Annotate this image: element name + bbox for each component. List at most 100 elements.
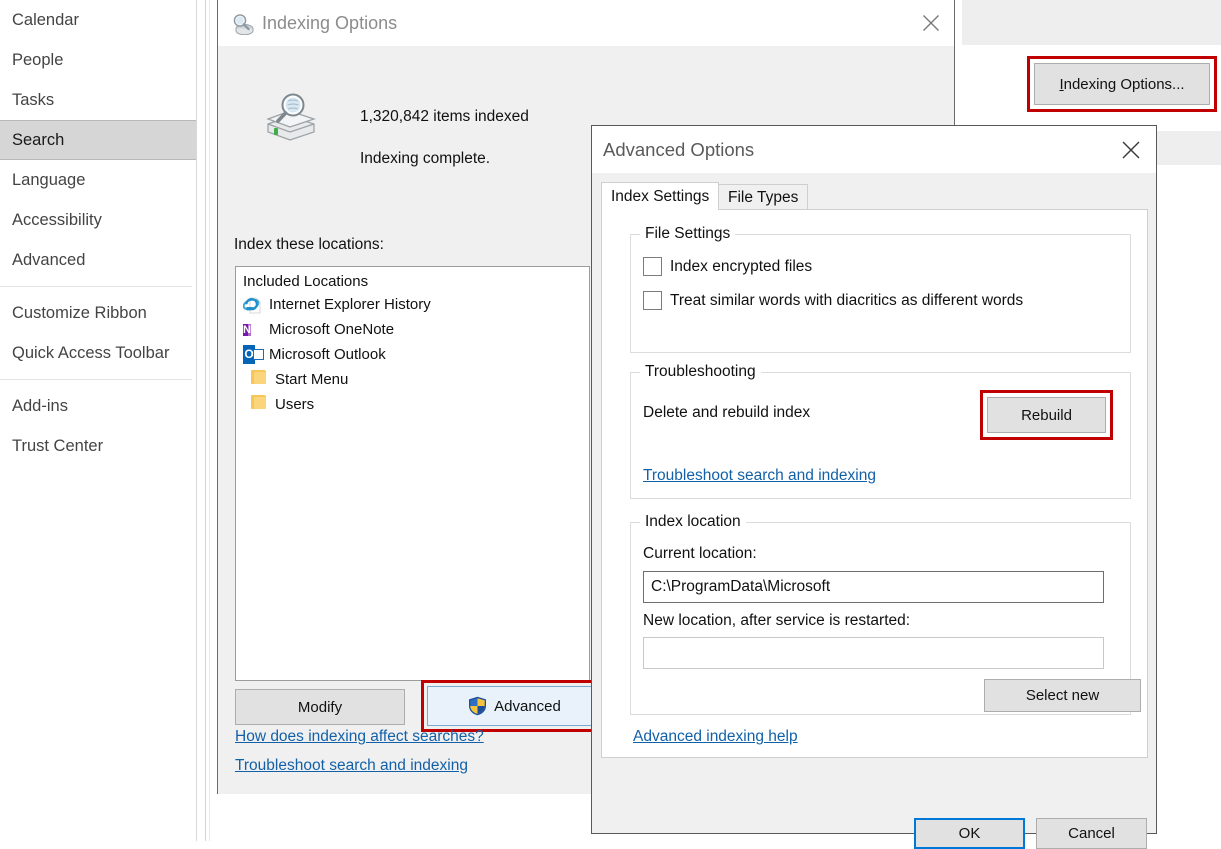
close-glyph <box>1121 140 1141 160</box>
close-icon[interactable] <box>1108 126 1154 173</box>
indexing-options-title: Indexing Options <box>262 0 397 46</box>
sidebar-item-people[interactable]: People <box>0 40 196 80</box>
index-location-group: Index location Current location: New loc… <box>630 522 1131 715</box>
list-item-label: Microsoft Outlook <box>269 346 386 363</box>
rebuild-button-label: Rebuild <box>1021 407 1072 424</box>
select-new-button[interactable]: Select new <box>984 679 1141 712</box>
sidebar-item-accessibility[interactable]: Accessibility <box>0 200 196 240</box>
items-indexed-count: 1,320,842 items indexed <box>360 108 529 126</box>
sidebar-divider <box>196 0 197 841</box>
index-location-group-title: Index location <box>640 513 746 531</box>
new-location-label: New location, after service is restarted… <box>643 612 910 630</box>
list-item[interactable]: Start Menu <box>236 367 589 392</box>
sidebar-item-trust-center[interactable]: Trust Center <box>0 426 196 466</box>
sidebar-item-label: Accessibility <box>12 211 102 229</box>
index-search-drive-icon <box>260 88 320 148</box>
troubleshooting-group: Troubleshooting Delete and rebuild index… <box>630 372 1131 499</box>
close-glyph <box>922 14 940 32</box>
indexing-status-text: Indexing complete. <box>360 150 490 168</box>
content-divider <box>205 0 206 841</box>
sidebar-separator <box>0 286 192 287</box>
sidebar-item-label: Add-ins <box>12 397 68 415</box>
index-encrypted-files-checkbox-row[interactable]: Index encrypted files <box>643 257 812 276</box>
advanced-options-titlebar[interactable]: Advanced Options <box>592 126 1156 173</box>
file-settings-group: File Settings Index encrypted files Trea… <box>630 234 1131 353</box>
onenote-icon: N <box>243 320 265 340</box>
indexing-options-icon <box>231 13 255 39</box>
advanced-button-label: Advanced <box>494 698 561 715</box>
tab-label: File Types <box>728 189 798 206</box>
advanced-options-dialog: Advanced Options Index Settings File Typ… <box>591 125 1157 834</box>
sidebar-item-label: People <box>12 51 63 69</box>
list-item[interactable]: O Microsoft Outlook <box>236 342 589 367</box>
uac-shield-icon <box>468 696 487 716</box>
cancel-button-label: Cancel <box>1068 825 1115 842</box>
included-locations-header: Included Locations <box>236 267 589 292</box>
sidebar-item-label: Customize Ribbon <box>12 304 147 322</box>
current-location-input[interactable] <box>643 571 1104 603</box>
indexing-options-button[interactable]: Indexing Options... <box>1034 63 1210 105</box>
current-location-label: Current location: <box>643 545 757 563</box>
list-item[interactable]: N Microsoft OneNote <box>236 317 589 342</box>
new-location-input[interactable] <box>643 637 1104 669</box>
options-sidebar: Calendar People Tasks Search Language Ac… <box>0 0 196 841</box>
index-settings-panel: File Settings Index encrypted files Trea… <box>601 209 1148 758</box>
advanced-indexing-help-link[interactable]: Advanced indexing help <box>633 728 798 746</box>
content-divider-inner <box>209 0 210 841</box>
modify-button[interactable]: Modify <box>235 689 405 725</box>
sidebar-item-label: Advanced <box>12 251 85 269</box>
sidebar-item-add-ins[interactable]: Add-ins <box>0 386 196 426</box>
index-encrypted-files-label: Index encrypted files <box>670 258 812 276</box>
list-item[interactable]: Internet Explorer History <box>236 292 589 317</box>
rebuild-button[interactable]: Rebuild <box>987 397 1106 433</box>
how-does-indexing-affect-searches-link[interactable]: How does indexing affect searches? <box>235 728 484 746</box>
diacritics-checkbox-row[interactable]: Treat similar words with diacritics as d… <box>643 291 1023 310</box>
sidebar-item-label: Calendar <box>12 11 79 29</box>
close-icon[interactable] <box>908 0 954 46</box>
sidebar-item-search[interactable]: Search <box>0 120 196 160</box>
sidebar-item-customize-ribbon[interactable]: Customize Ribbon <box>0 293 196 333</box>
outlook-icon: O <box>243 345 265 365</box>
folder-icon <box>251 395 265 415</box>
folder-icon <box>251 370 265 390</box>
advanced-options-title: Advanced Options <box>603 126 754 173</box>
delete-and-rebuild-index-label: Delete and rebuild index <box>643 404 810 422</box>
sidebar-item-calendar[interactable]: Calendar <box>0 0 196 40</box>
onenote-glyph: N <box>243 324 251 336</box>
sidebar-item-label: Language <box>12 171 85 189</box>
sidebar-item-language[interactable]: Language <box>0 160 196 200</box>
sidebar-item-label: Trust Center <box>12 437 103 455</box>
cancel-button[interactable]: Cancel <box>1036 818 1147 849</box>
sidebar-item-label: Search <box>12 131 64 149</box>
list-item-label: Microsoft OneNote <box>269 321 394 338</box>
tab-index-settings[interactable]: Index Settings <box>601 182 719 210</box>
tab-file-types[interactable]: File Types <box>718 184 808 210</box>
indexing-options-button-row: Modify Advanced <box>235 689 591 725</box>
ok-button[interactable]: OK <box>914 818 1025 849</box>
indexing-options-button-label: ndexing Options... <box>1064 76 1185 93</box>
file-settings-group-title: File Settings <box>640 225 735 243</box>
ok-button-label: OK <box>959 825 981 842</box>
list-item[interactable]: Users <box>236 392 589 417</box>
select-new-button-label: Select new <box>1026 687 1099 704</box>
host-top-band <box>962 0 1221 45</box>
index-encrypted-files-checkbox[interactable] <box>643 257 662 276</box>
list-item-label: Start Menu <box>275 371 348 388</box>
troubleshoot-search-and-indexing-link[interactable]: Troubleshoot search and indexing <box>643 467 876 485</box>
list-item-label: Users <box>275 396 314 413</box>
sidebar-item-advanced[interactable]: Advanced <box>0 240 196 280</box>
sidebar-item-quick-access-toolbar[interactable]: Quick Access Toolbar <box>0 333 196 373</box>
advanced-options-footer: OK Cancel <box>592 760 1156 833</box>
sidebar-item-label: Tasks <box>12 91 54 109</box>
troubleshooting-group-title: Troubleshooting <box>640 363 761 381</box>
internet-explorer-icon <box>243 295 265 315</box>
troubleshoot-search-and-indexing-link[interactable]: Troubleshoot search and indexing <box>235 757 468 775</box>
sidebar-item-tasks[interactable]: Tasks <box>0 80 196 120</box>
tab-label: Index Settings <box>611 188 709 205</box>
advanced-button[interactable]: Advanced <box>427 686 602 726</box>
advanced-options-tabstrip: Index Settings File Types <box>601 184 1156 209</box>
included-locations-listbox[interactable]: Included Locations Internet Explorer His… <box>235 266 590 681</box>
diacritics-checkbox[interactable] <box>643 291 662 310</box>
sidebar-separator <box>0 379 192 380</box>
indexing-options-titlebar[interactable]: Indexing Options <box>218 0 954 46</box>
